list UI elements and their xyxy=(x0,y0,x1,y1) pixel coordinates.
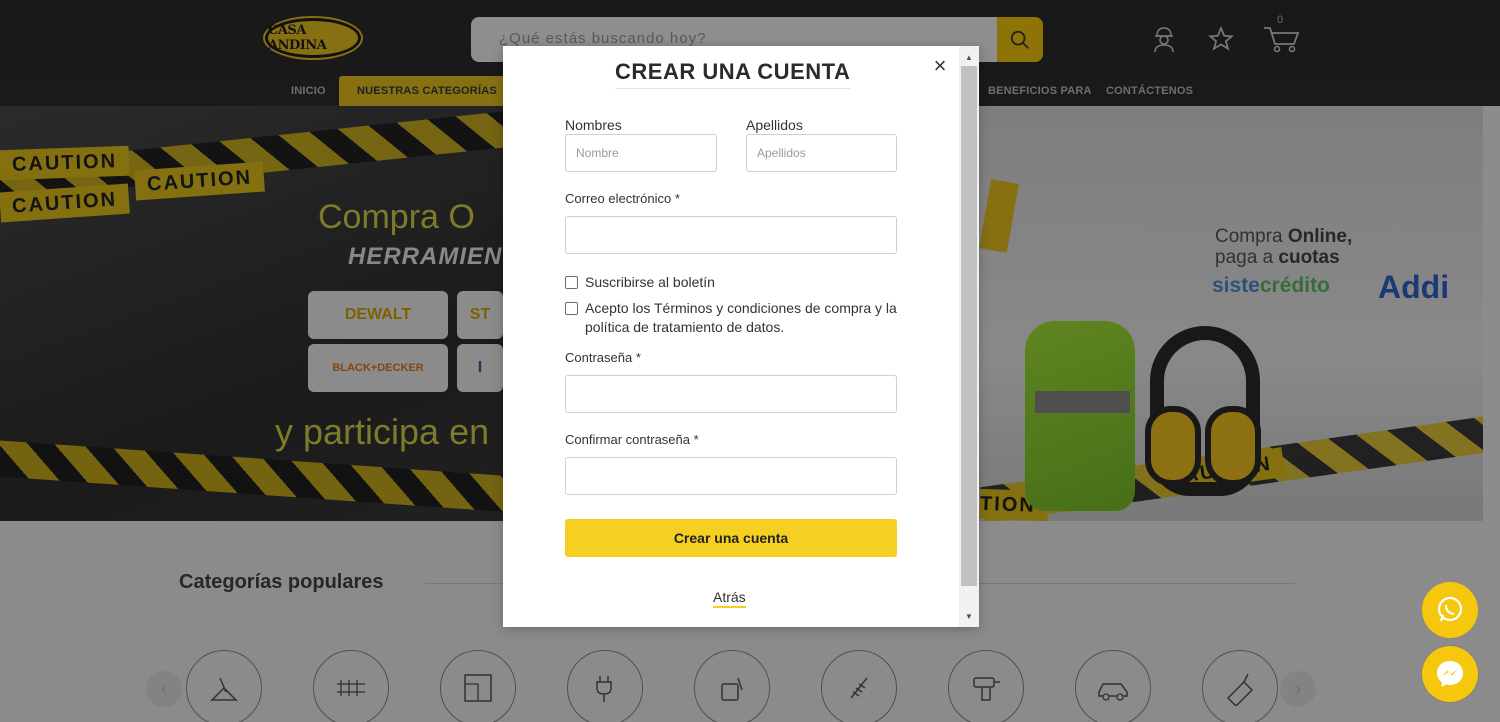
email-input[interactable] xyxy=(565,216,897,254)
nombres-label: Nombres xyxy=(565,117,622,133)
confirm-password-label: Confirmar contraseña * xyxy=(565,432,699,447)
messenger-button[interactable] xyxy=(1422,646,1478,702)
nombres-input[interactable] xyxy=(565,134,717,172)
scroll-up-arrow[interactable]: ▲ xyxy=(959,49,979,65)
whatsapp-icon xyxy=(1437,596,1463,622)
confirm-password-input[interactable] xyxy=(565,457,897,495)
apellidos-input[interactable] xyxy=(746,134,897,172)
terms-row: Acepto los Términos y condiciones de com… xyxy=(565,299,897,337)
close-button[interactable]: × xyxy=(930,55,950,77)
scroll-down-arrow[interactable]: ▼ xyxy=(959,608,979,624)
apellidos-label: Apellidos xyxy=(746,117,803,133)
newsletter-label: Suscribirse al boletín xyxy=(585,274,715,290)
modal-scrollbar[interactable]: ▲ ▼ xyxy=(959,46,979,627)
back-link[interactable]: Atrás xyxy=(713,589,746,608)
scroll-thumb[interactable] xyxy=(961,66,977,586)
messenger-icon xyxy=(1437,661,1463,687)
modal-title: CREAR UNA CUENTA xyxy=(615,59,851,89)
whatsapp-button[interactable] xyxy=(1422,582,1478,638)
newsletter-checkbox[interactable] xyxy=(565,276,578,289)
create-account-button[interactable]: Crear una cuenta xyxy=(565,519,897,557)
newsletter-row: Suscribirse al boletín xyxy=(565,273,715,292)
password-input[interactable] xyxy=(565,375,897,413)
create-account-modal: CREAR UNA CUENTA × Nombres Apellidos Cor… xyxy=(503,46,979,627)
terms-label: Acepto los Términos y condiciones de com… xyxy=(585,300,897,335)
email-label: Correo electrónico * xyxy=(565,191,680,206)
terms-checkbox[interactable] xyxy=(565,302,578,315)
password-label: Contraseña * xyxy=(565,350,641,365)
